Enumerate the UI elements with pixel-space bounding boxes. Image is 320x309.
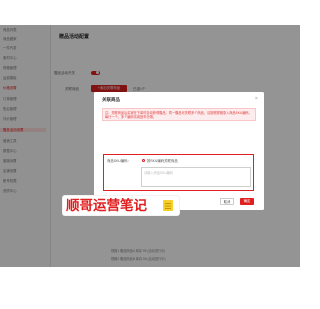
dialog-title: 关联商品 xyxy=(102,97,120,102)
notepad-icon xyxy=(163,200,173,211)
sku-textarea[interactable]: 请输入商品SKU编码 xyxy=(141,167,251,187)
notice-banner: 注：关联商品后买家在下单时自动获得赠品，同一赠品可关联多个商品，请按照规格录入商… xyxy=(102,108,256,121)
screenshot-frame: 商品列表 商品搬家 一件代发 素材中心 规格管理 运费模板 价格设置 订单管理 … xyxy=(0,25,300,267)
cancel-button[interactable]: 取消 xyxy=(220,198,234,205)
watermark-sticker: 顺哥运营笔记 xyxy=(63,196,179,215)
close-icon[interactable]: × xyxy=(255,96,258,102)
watermark-text: 顺哥运营笔记 xyxy=(66,198,147,213)
sku-input-highlight-box: 商品SKU编码： 按SKU编码关联商品 请输入商品SKU编码 xyxy=(103,154,254,191)
radio-button[interactable] xyxy=(142,158,146,162)
sku-field-label: 商品SKU编码： xyxy=(107,159,131,163)
ok-button[interactable]: 确定 xyxy=(240,198,254,205)
radio-label[interactable]: 按SKU编码关联商品 xyxy=(147,158,178,163)
associate-product-dialog: 关联商品 × 注：关联商品后买家在下单时自动获得赠品，同一赠品可关联多个商品，请… xyxy=(94,92,264,210)
